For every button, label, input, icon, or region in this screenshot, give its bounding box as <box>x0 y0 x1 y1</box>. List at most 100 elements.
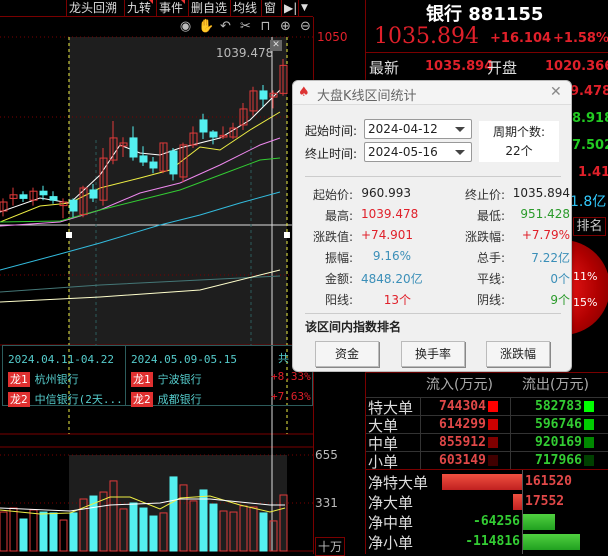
stat-label: 总手: <box>476 251 505 265</box>
inflow-value: 744304 <box>439 399 486 414</box>
close-icon[interactable]: ✕ <box>550 84 562 100</box>
candle-down <box>49 196 58 201</box>
stat-label: 涨跌幅: <box>464 230 505 244</box>
divider <box>366 433 608 434</box>
rank-title: 该区间内指数排名 <box>305 320 402 334</box>
divider <box>366 52 608 53</box>
net-flow-label: 净大单 <box>368 494 414 512</box>
net-axis <box>522 470 523 554</box>
net-flow-value: -64256 <box>473 514 520 529</box>
divider <box>366 415 608 416</box>
leader-badge: 龙2 <box>8 392 30 407</box>
outflow-header: 流出(万元) <box>522 377 589 393</box>
volume-bar <box>69 512 78 552</box>
stat-value: 4848.20亿 <box>361 272 423 286</box>
end-time-label: 终止时间: <box>305 147 358 161</box>
close-range-icon[interactable]: ✕ <box>270 40 282 51</box>
stat-value: 1039.478 <box>361 207 419 221</box>
leader-stock[interactable]: 成都银行 <box>158 393 202 406</box>
toolbar-delete-watchlist[interactable]: 删自选 <box>188 0 229 16</box>
toolbar-nine-turn[interactable]: 九转 <box>124 0 154 16</box>
inflow-header: 流入(万元) <box>426 377 493 393</box>
volume-axis-top: 655 <box>315 448 338 462</box>
dialog-titlebar[interactable]: ♠ 大盘K线区间统计 ✕ <box>293 81 571 105</box>
leader-badge: 龙1 <box>8 372 30 387</box>
end-date-value: 2024-05-16 <box>368 145 438 159</box>
turnover-rank-button[interactable]: 换手率 <box>401 341 465 367</box>
index-title: 银行 881155 <box>426 4 544 25</box>
stat-label: 平线: <box>476 272 505 286</box>
open-value: 1020.366 <box>545 59 608 74</box>
stat-value: 0个 <box>550 272 570 286</box>
stat-label: 最低: <box>476 209 505 223</box>
period-count-box: 周期个数: 22个 <box>479 121 559 162</box>
latest-label: 最新 <box>369 59 400 77</box>
toolbar-ma[interactable]: 均线 <box>230 0 259 16</box>
range-info-1: 2024.04.11-04.22 龙1 杭州银行 龙2 中信银行(2天... <box>2 345 126 407</box>
app-logo-icon: ♠ <box>298 85 310 100</box>
chevron-down-icon <box>455 127 465 132</box>
total-label: 共 <box>278 352 289 365</box>
divider <box>510 397 511 470</box>
leader-stock[interactable]: 宁波银行 <box>158 373 202 386</box>
candle-down <box>209 131 218 138</box>
low-value: 8.918 <box>572 111 608 126</box>
volume-bar <box>169 476 178 552</box>
candle-down <box>139 155 148 163</box>
leader-stock[interactable]: 中信银行(2天... <box>35 393 123 406</box>
pie-label: 11% <box>573 270 598 283</box>
change-rank-button[interactable]: 涨跌幅 <box>486 341 550 367</box>
net-flow-label: 净中单 <box>368 514 414 532</box>
net-flow-value: -114816 <box>465 534 520 549</box>
volume-bar <box>9 507 18 552</box>
volume-bar <box>259 512 268 552</box>
toolbar-window[interactable]: 窗 <box>261 0 278 16</box>
candle-down <box>259 90 268 100</box>
candle-down <box>39 190 48 196</box>
price-change: +16.104 <box>490 31 552 46</box>
inflow-swatch <box>488 419 498 430</box>
range-handle <box>284 232 290 238</box>
volume-axis-mid: 331 <box>315 496 338 510</box>
pie-label: 15% <box>573 296 598 309</box>
outflow-value: 596746 <box>535 417 582 432</box>
start-date-select[interactable]: 2024-04-12 <box>364 119 472 139</box>
stat-label: 阳线: <box>324 293 353 307</box>
divider <box>420 397 421 470</box>
volume-bar <box>59 519 68 552</box>
inflow-value: 603149 <box>439 453 486 468</box>
quote-value: 1.41 <box>578 165 608 180</box>
candle-down <box>149 161 158 169</box>
stat-value: 7.22亿 <box>531 251 570 265</box>
end-date-select[interactable]: 2024-05-16 <box>364 142 472 162</box>
range-date: 2024.04.11-04.22 <box>8 353 114 366</box>
toolbar-dragon-backtrack[interactable]: 龙头回溯 <box>66 0 119 16</box>
inflow-value: 614299 <box>439 417 486 432</box>
volume-bar <box>209 503 218 552</box>
outflow-swatch <box>584 401 594 412</box>
stat-value: 9个 <box>550 293 570 307</box>
range-handle <box>66 232 72 238</box>
rank-button[interactable]: 排名 <box>573 217 606 236</box>
volume-bar <box>39 511 48 552</box>
outflow-value: 920169 <box>535 435 582 450</box>
more-dropdown-icon[interactable]: ▼ <box>298 0 310 16</box>
toolbar-events[interactable]: 事件 <box>156 0 186 16</box>
net-flow-value: 17552 <box>525 494 565 509</box>
outflow-value: 717966 <box>535 453 582 468</box>
inflow-swatch <box>488 437 498 448</box>
net-flow-label: 净特大单 <box>368 474 429 492</box>
net-flow-value: 161520 <box>525 474 572 489</box>
inflow-swatch <box>488 401 498 412</box>
leader-stock[interactable]: 杭州银行 <box>35 373 79 386</box>
candle-down <box>129 137 138 158</box>
quote-value: 7.502 <box>572 138 608 153</box>
net-flow-bar <box>442 474 522 490</box>
divider <box>366 372 608 373</box>
range-stats-dialog: ♠ 大盘K线区间统计 ✕ 起始时间: 2024-04-12 终止时间: 2024… <box>292 80 572 372</box>
outflow-swatch <box>584 455 594 466</box>
leader-badge: 龙1 <box>131 372 153 387</box>
kline-chart[interactable] <box>0 17 313 554</box>
fund-rank-button[interactable]: 资金 <box>315 341 379 367</box>
expand-icon[interactable]: ▶| <box>281 0 299 16</box>
